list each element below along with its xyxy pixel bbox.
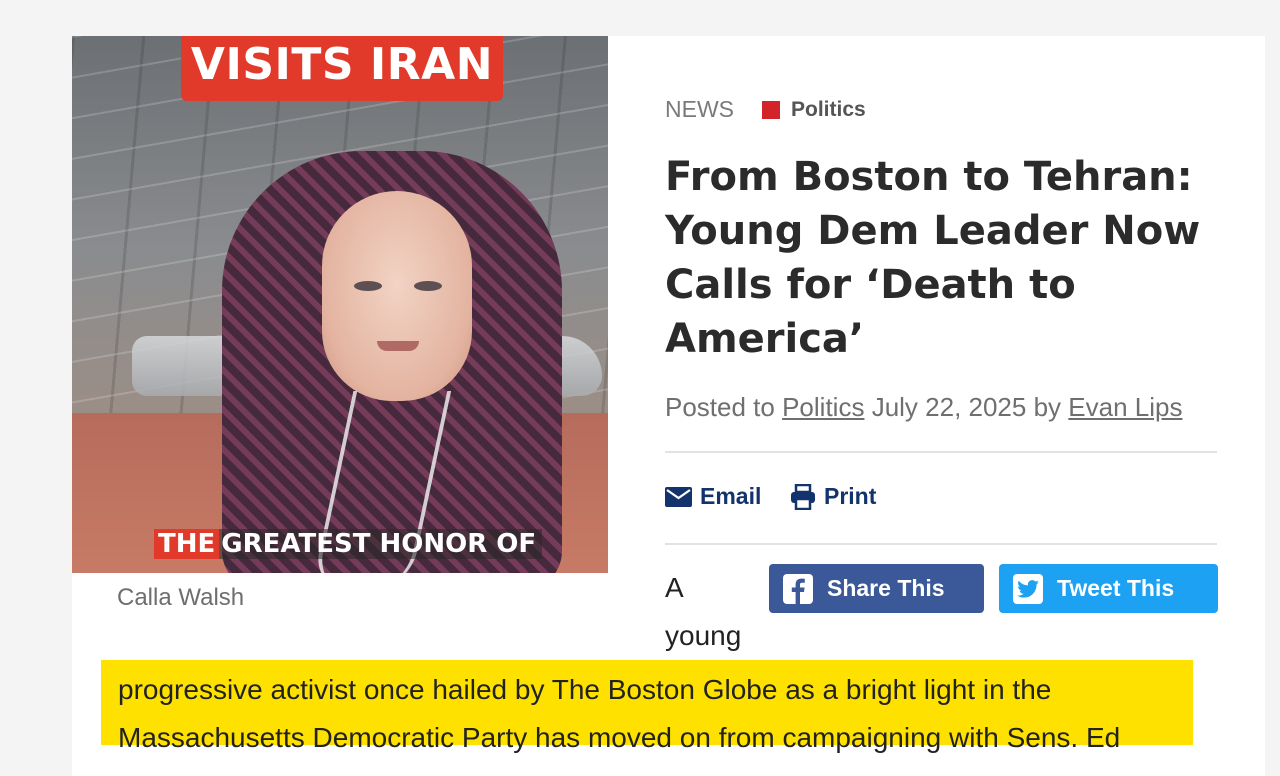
face — [322, 191, 472, 401]
byline-by: by — [1033, 392, 1062, 422]
photo-credit: Calla Walsh — [117, 584, 245, 611]
right-eye — [414, 281, 442, 291]
photo-caption-overlay: THE GREATEST HONOR OF — [154, 524, 543, 564]
twitter-share-button[interactable]: Tweet This — [999, 564, 1218, 613]
category-label[interactable]: Politics — [791, 98, 866, 122]
article-headline: From Boston to Tehran: Young Dem Leader … — [665, 154, 1201, 362]
lead-word: young — [665, 620, 742, 651]
twitter-icon — [1013, 573, 1043, 604]
twitter-share-label: Tweet This — [1057, 575, 1175, 601]
article-kicker: NEWS Politics — [665, 96, 866, 123]
byline-category-link[interactable]: Politics — [782, 392, 864, 422]
divider — [665, 451, 1217, 453]
category-square-icon — [762, 100, 780, 119]
byline-author-link[interactable]: Evan Lips — [1068, 392, 1182, 422]
byline-date: July 22, 2025 — [871, 392, 1027, 422]
article-photo[interactable]: VISITS IRAN THE GREATEST HONOR OF — [72, 36, 608, 573]
facebook-share-label: Share This — [827, 575, 945, 601]
facebook-share-button[interactable]: Share This — [769, 564, 984, 613]
left-eye — [354, 281, 382, 291]
email-label: Email — [700, 483, 762, 509]
caption-red-word: THE — [154, 529, 220, 559]
photo-top-banner: VISITS IRAN — [181, 36, 503, 101]
lead-word: A — [665, 572, 684, 603]
facebook-icon — [783, 573, 813, 604]
article-body-paragraph: progressive activist once hailed by The … — [118, 674, 1121, 753]
person-figure — [222, 151, 562, 573]
byline: Posted to Politics July 22, 2025 by Evan… — [665, 392, 1182, 423]
section-label[interactable]: NEWS — [665, 96, 734, 123]
byline-prefix: Posted to — [665, 392, 775, 422]
printer-icon — [791, 483, 815, 510]
caption-rest-text: GREATEST HONOR OF — [219, 529, 543, 559]
print-button[interactable]: Print — [790, 483, 876, 510]
envelope-icon — [665, 486, 692, 507]
print-label: Print — [824, 483, 877, 509]
mouth — [377, 341, 419, 351]
divider — [665, 543, 1217, 545]
email-button[interactable]: Email — [665, 483, 761, 510]
